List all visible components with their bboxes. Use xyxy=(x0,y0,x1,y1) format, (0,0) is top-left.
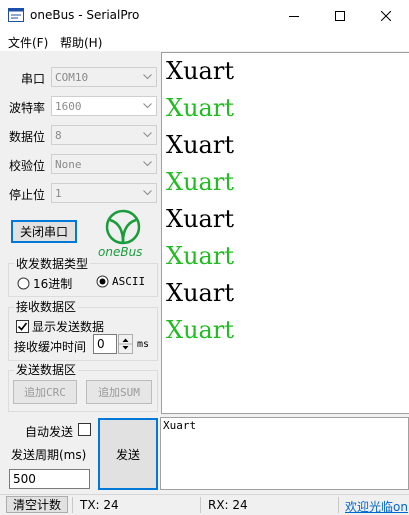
clear-count-label: 清空计数 xyxy=(12,498,61,512)
parity-value: None xyxy=(55,158,82,171)
logo-text: oneBus xyxy=(98,245,143,259)
add-sum-button[interactable]: 追加SUM xyxy=(86,380,152,404)
receive-line: Xuart xyxy=(166,168,234,196)
chevron-down-icon xyxy=(140,99,154,113)
menu-file[interactable]: 文件(F) xyxy=(8,34,48,51)
welcome-link[interactable]: 欢迎光临on xyxy=(345,498,408,515)
hex-label: 16进制 xyxy=(33,277,73,291)
receive-line: Xuart xyxy=(166,316,234,344)
menu-help[interactable]: 帮助(H) xyxy=(60,34,102,51)
chevron-down-icon xyxy=(140,128,154,142)
auto-send-label: 自动发送 xyxy=(25,425,74,439)
port-select[interactable]: COM10 xyxy=(51,67,157,87)
show-sent-label: 显示发送数据 xyxy=(32,320,105,334)
send-controls: 自动发送 发送周期(ms) 500 发送 xyxy=(0,414,160,494)
period-label: 发送周期(ms) xyxy=(11,448,87,462)
title-bar: oneBus - SerialPro xyxy=(0,0,409,31)
receive-line: Xuart xyxy=(166,242,234,270)
maximize-icon xyxy=(335,10,345,21)
buffer-time-value: 0 xyxy=(97,337,105,351)
receive-line: Xuart xyxy=(166,131,234,159)
receive-line: Xuart xyxy=(166,94,234,122)
port-value: COM10 xyxy=(55,71,89,84)
buffer-unit: ms xyxy=(137,339,150,350)
databits-select[interactable]: 8 xyxy=(51,125,157,145)
radio-checked-icon xyxy=(96,275,109,288)
auto-send-checkbox[interactable] xyxy=(78,423,91,439)
status-divider xyxy=(72,497,73,513)
stopbits-select[interactable]: 1 xyxy=(51,183,157,203)
window-title: oneBus - SerialPro xyxy=(30,8,140,22)
buffer-time-spinner[interactable] xyxy=(118,334,133,354)
stopbits-value: 1 xyxy=(55,187,62,200)
transmit-input[interactable]: Xuart xyxy=(160,417,409,490)
onebus-logo-icon xyxy=(105,209,141,245)
status-divider xyxy=(338,497,339,513)
clear-count-button[interactable]: 清空计数 xyxy=(6,496,68,513)
chevron-down-icon xyxy=(140,157,154,171)
buffer-time-input[interactable]: 0 xyxy=(93,334,117,354)
close-port-label: 关闭串口 xyxy=(19,225,68,239)
close-icon xyxy=(381,10,391,21)
receive-line: Xuart xyxy=(166,57,234,85)
status-bar: 清空计数 TX: 24 RX: 24 欢迎光临on xyxy=(0,494,409,515)
spinner-arrows-icon xyxy=(119,338,132,350)
receive-display[interactable]: Xuart Xuart Xuart Xuart Xuart Xuart Xuart Xuart xyxy=(162,52,409,414)
send-group-title: 发送数据区 xyxy=(14,361,79,378)
baud-select[interactable]: 1600 xyxy=(51,96,157,116)
radio-unchecked-icon xyxy=(17,277,30,290)
rx-count: RX: 24 xyxy=(208,498,248,512)
hex-radio[interactable]: 16进制 xyxy=(17,275,72,292)
data-type-title: 收发数据类型 xyxy=(14,255,91,272)
transmit-text: Xuart xyxy=(163,419,197,432)
checkbox-unchecked-icon xyxy=(78,423,91,436)
send-button[interactable]: 发送 xyxy=(98,418,158,490)
baud-value: 1600 xyxy=(55,100,82,113)
chevron-down-icon xyxy=(140,70,154,84)
receive-group-title: 接收数据区 xyxy=(14,298,79,315)
app-icon xyxy=(8,8,24,22)
add-sum-label: 追加SUM xyxy=(98,386,140,399)
parity-select[interactable]: None xyxy=(51,154,157,174)
baud-label: 波特率 xyxy=(9,101,46,115)
period-input[interactable]: 500 xyxy=(9,469,90,489)
show-sent-checkbox[interactable]: 显示发送数据 xyxy=(16,318,104,335)
ascii-label: ASCII xyxy=(112,275,146,288)
checkbox-checked-icon xyxy=(16,320,29,333)
add-crc-label: 追加CRC xyxy=(24,386,66,399)
menu-bar: 文件(F) 帮助(H) xyxy=(0,31,409,51)
chevron-down-icon xyxy=(140,186,154,200)
receive-line: Xuart xyxy=(166,205,234,233)
settings-panel: 串口 COM10 波特率 1600 数据位 8 校验位 None 停止位 1 关… xyxy=(0,52,162,414)
minimize-button[interactable] xyxy=(271,0,317,31)
databits-value: 8 xyxy=(55,129,62,142)
close-port-button[interactable]: 关闭串口 xyxy=(11,220,77,243)
status-divider xyxy=(200,497,201,513)
parity-label: 校验位 xyxy=(9,159,46,173)
receive-line: Xuart xyxy=(166,279,234,307)
maximize-button[interactable] xyxy=(317,0,363,31)
buffer-time-label: 接收缓冲时间 xyxy=(14,340,87,354)
ascii-radio[interactable]: ASCII xyxy=(96,275,145,288)
close-button[interactable] xyxy=(363,0,409,31)
period-value: 500 xyxy=(13,472,36,486)
port-label: 串口 xyxy=(21,72,46,86)
databits-label: 数据位 xyxy=(9,130,46,144)
tx-count: TX: 24 xyxy=(80,498,119,512)
minimize-icon xyxy=(289,15,299,17)
add-crc-button[interactable]: 追加CRC xyxy=(13,380,77,404)
stopbits-label: 停止位 xyxy=(9,188,46,202)
send-button-label: 发送 xyxy=(115,447,140,462)
